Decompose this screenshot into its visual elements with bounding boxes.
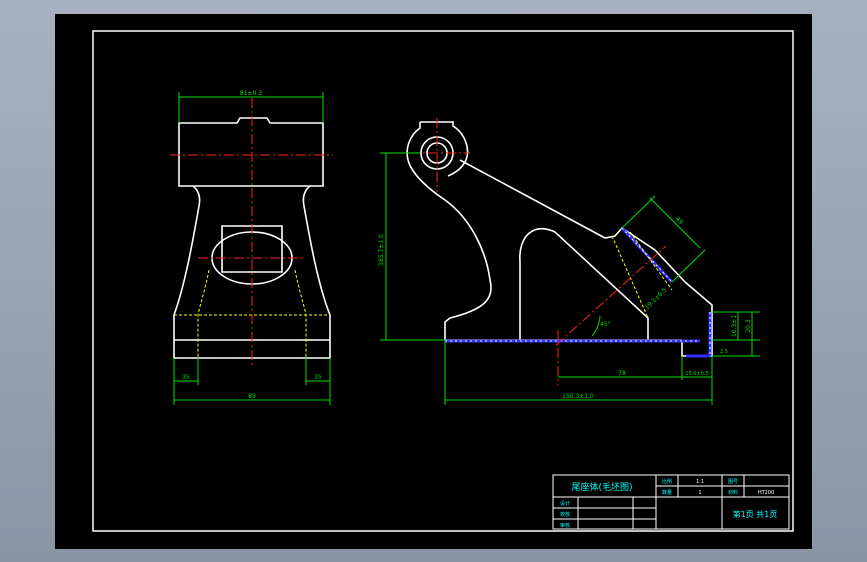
front-top-width-dim: 81±0.3 (240, 90, 262, 97)
front-right-small-dim: 35 (314, 374, 322, 381)
side-slant-thick-dim: 19.1±0.5 (644, 286, 669, 311)
side-bottom-width-dim: 150.3±1.0 (562, 393, 594, 400)
sheet-info: 第1页 共1页 (733, 509, 778, 519)
front-left-small-dim: 35 (182, 374, 190, 381)
front-top-block (178, 117, 324, 187)
scale-value: 1:1 (696, 479, 704, 485)
side-machining-dots (445, 227, 711, 356)
material-label: 材料 (728, 489, 738, 496)
scale-label: 比例 (662, 478, 672, 485)
side-mid-right-dim: 15.6±0.5 (685, 371, 708, 377)
title-text: 尾座体(毛坯图) (571, 481, 632, 493)
drawing-border (92, 30, 794, 532)
designer-label: 设计 (560, 500, 570, 507)
drawing-canvas: 81±0.3 35 35 89 185.7±1.0 49 19.1±0.5 45… (92, 30, 794, 532)
drawing-no-label: 图号 (728, 479, 738, 485)
side-mid-dim: 78 (618, 370, 626, 377)
front-bottom-width-dim: 89 (248, 393, 256, 400)
side-right-dim-3: 2.5 (720, 349, 728, 355)
quantity-value: 1 (698, 490, 701, 496)
reviewer-label: 审核 (560, 522, 570, 529)
side-right-dim-1: 10.3±1 (731, 315, 738, 337)
side-arm-top (459, 159, 686, 283)
side-height-dim: 185.7±1.0 (378, 234, 385, 266)
side-boss-left (406, 122, 421, 161)
quantity-label: 数量 (662, 489, 672, 496)
checker-label: 校核 (560, 511, 570, 518)
material-value: HT200 (758, 490, 774, 496)
side-left-outline (407, 159, 492, 340)
side-centerlines (410, 118, 667, 385)
side-cavity (519, 227, 649, 340)
side-view (406, 121, 713, 357)
side-machining-marks (445, 226, 712, 358)
side-angle-dim: 45° (600, 321, 611, 328)
side-right-foot (681, 281, 713, 357)
side-slant-len-dim: 49 (674, 216, 684, 226)
side-hidden-lines (611, 231, 673, 319)
side-right-dim-2: 20.3 (745, 319, 752, 333)
